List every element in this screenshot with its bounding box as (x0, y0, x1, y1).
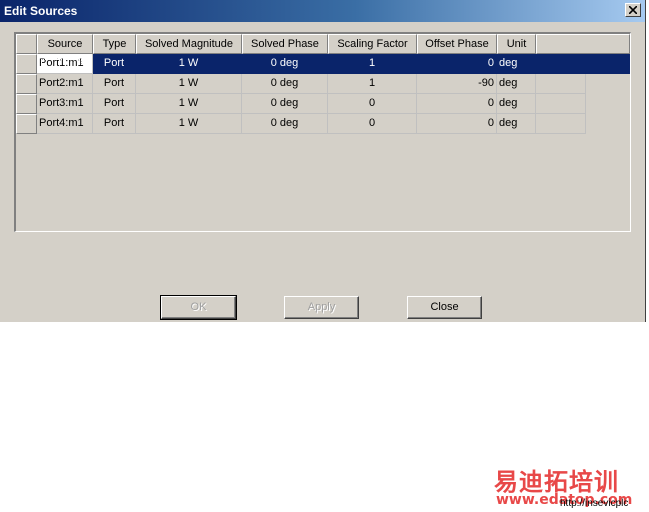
table-cell-source[interactable]: Port4:m1 (37, 114, 93, 134)
column-header-filler (536, 34, 630, 54)
table-cell-offset-phase[interactable]: 0 (417, 114, 497, 134)
table-cell-offset-phase[interactable]: 0 (417, 54, 497, 74)
table-cell-scaling-factor[interactable]: 0 (328, 94, 417, 114)
sources-table: Source Type Solved Magnitude Solved Phas… (14, 32, 631, 232)
column-header-solved-magnitude[interactable]: Solved Magnitude (136, 34, 242, 54)
table-cell-type[interactable]: Port (93, 74, 136, 94)
table-cell-source[interactable]: Port1:m1 (37, 54, 93, 74)
table-cell-offset-phase[interactable]: 0 (417, 94, 497, 114)
table-cell-type[interactable]: Port (93, 54, 136, 74)
table-cell-type[interactable]: Port (93, 94, 136, 114)
table-cell-type[interactable]: Port (93, 114, 136, 134)
table-cell-filler (536, 54, 630, 74)
table-cell-source[interactable]: Port3:m1 (37, 94, 93, 114)
column-header-offset-phase[interactable]: Offset Phase (417, 34, 497, 54)
close-button[interactable]: Close (407, 296, 482, 319)
table-cell-solved-phase[interactable]: 0 deg (242, 114, 328, 134)
table-cell-solved-phase[interactable]: 0 deg (242, 74, 328, 94)
column-header-scaling-factor[interactable]: Scaling Factor (328, 34, 417, 54)
table-cell-solved-phase[interactable]: 0 deg (242, 54, 328, 74)
ok-button[interactable]: OK (160, 295, 237, 320)
row-selector[interactable] (16, 54, 37, 74)
close-window-button[interactable] (625, 3, 641, 17)
column-header-source[interactable]: Source (37, 34, 93, 54)
table-cell-source[interactable]: Port2:m1 (37, 74, 93, 94)
table-cell-unit[interactable]: deg (497, 94, 536, 114)
column-header-unit[interactable]: Unit (497, 34, 536, 54)
table-cell-solved-phase[interactable]: 0 deg (242, 94, 328, 114)
row-selector[interactable] (16, 114, 37, 134)
table-cell-unit[interactable]: deg (497, 114, 536, 134)
title-bar[interactable]: Edit Sources (0, 0, 645, 22)
table-cell-offset-phase[interactable]: -90 (417, 74, 497, 94)
table-cell-filler (536, 94, 586, 114)
table-cell-unit[interactable]: deg (497, 74, 536, 94)
table-cell-unit[interactable]: deg (497, 54, 536, 74)
edit-sources-dialog: Edit Sources Source Type Solved Magnitud… (0, 0, 646, 322)
table-cell-solved-magnitude[interactable]: 1 W (136, 74, 242, 94)
table-cell-filler (536, 74, 586, 94)
table-cell-solved-magnitude[interactable]: 1 W (136, 54, 242, 74)
column-header-solved-phase[interactable]: Solved Phase (242, 34, 328, 54)
cell-text: Port1:m1 (39, 57, 84, 69)
table-cell-scaling-factor[interactable]: 1 (328, 74, 417, 94)
partial-url-text: http://insevicplc (560, 498, 629, 509)
row-selector[interactable] (16, 94, 37, 114)
table-cell-solved-magnitude[interactable]: 1 W (136, 114, 242, 134)
table-cell-scaling-factor[interactable]: 0 (328, 114, 417, 134)
table-cell-filler (536, 114, 586, 134)
table-cell-scaling-factor[interactable]: 1 (328, 54, 417, 74)
row-selector[interactable] (16, 74, 37, 94)
table-cell-solved-magnitude[interactable]: 1 W (136, 94, 242, 114)
close-icon (629, 6, 637, 14)
window-title: Edit Sources (4, 4, 78, 18)
column-header-type[interactable]: Type (93, 34, 136, 54)
header-corner (16, 34, 37, 54)
apply-button[interactable]: Apply (284, 296, 359, 319)
